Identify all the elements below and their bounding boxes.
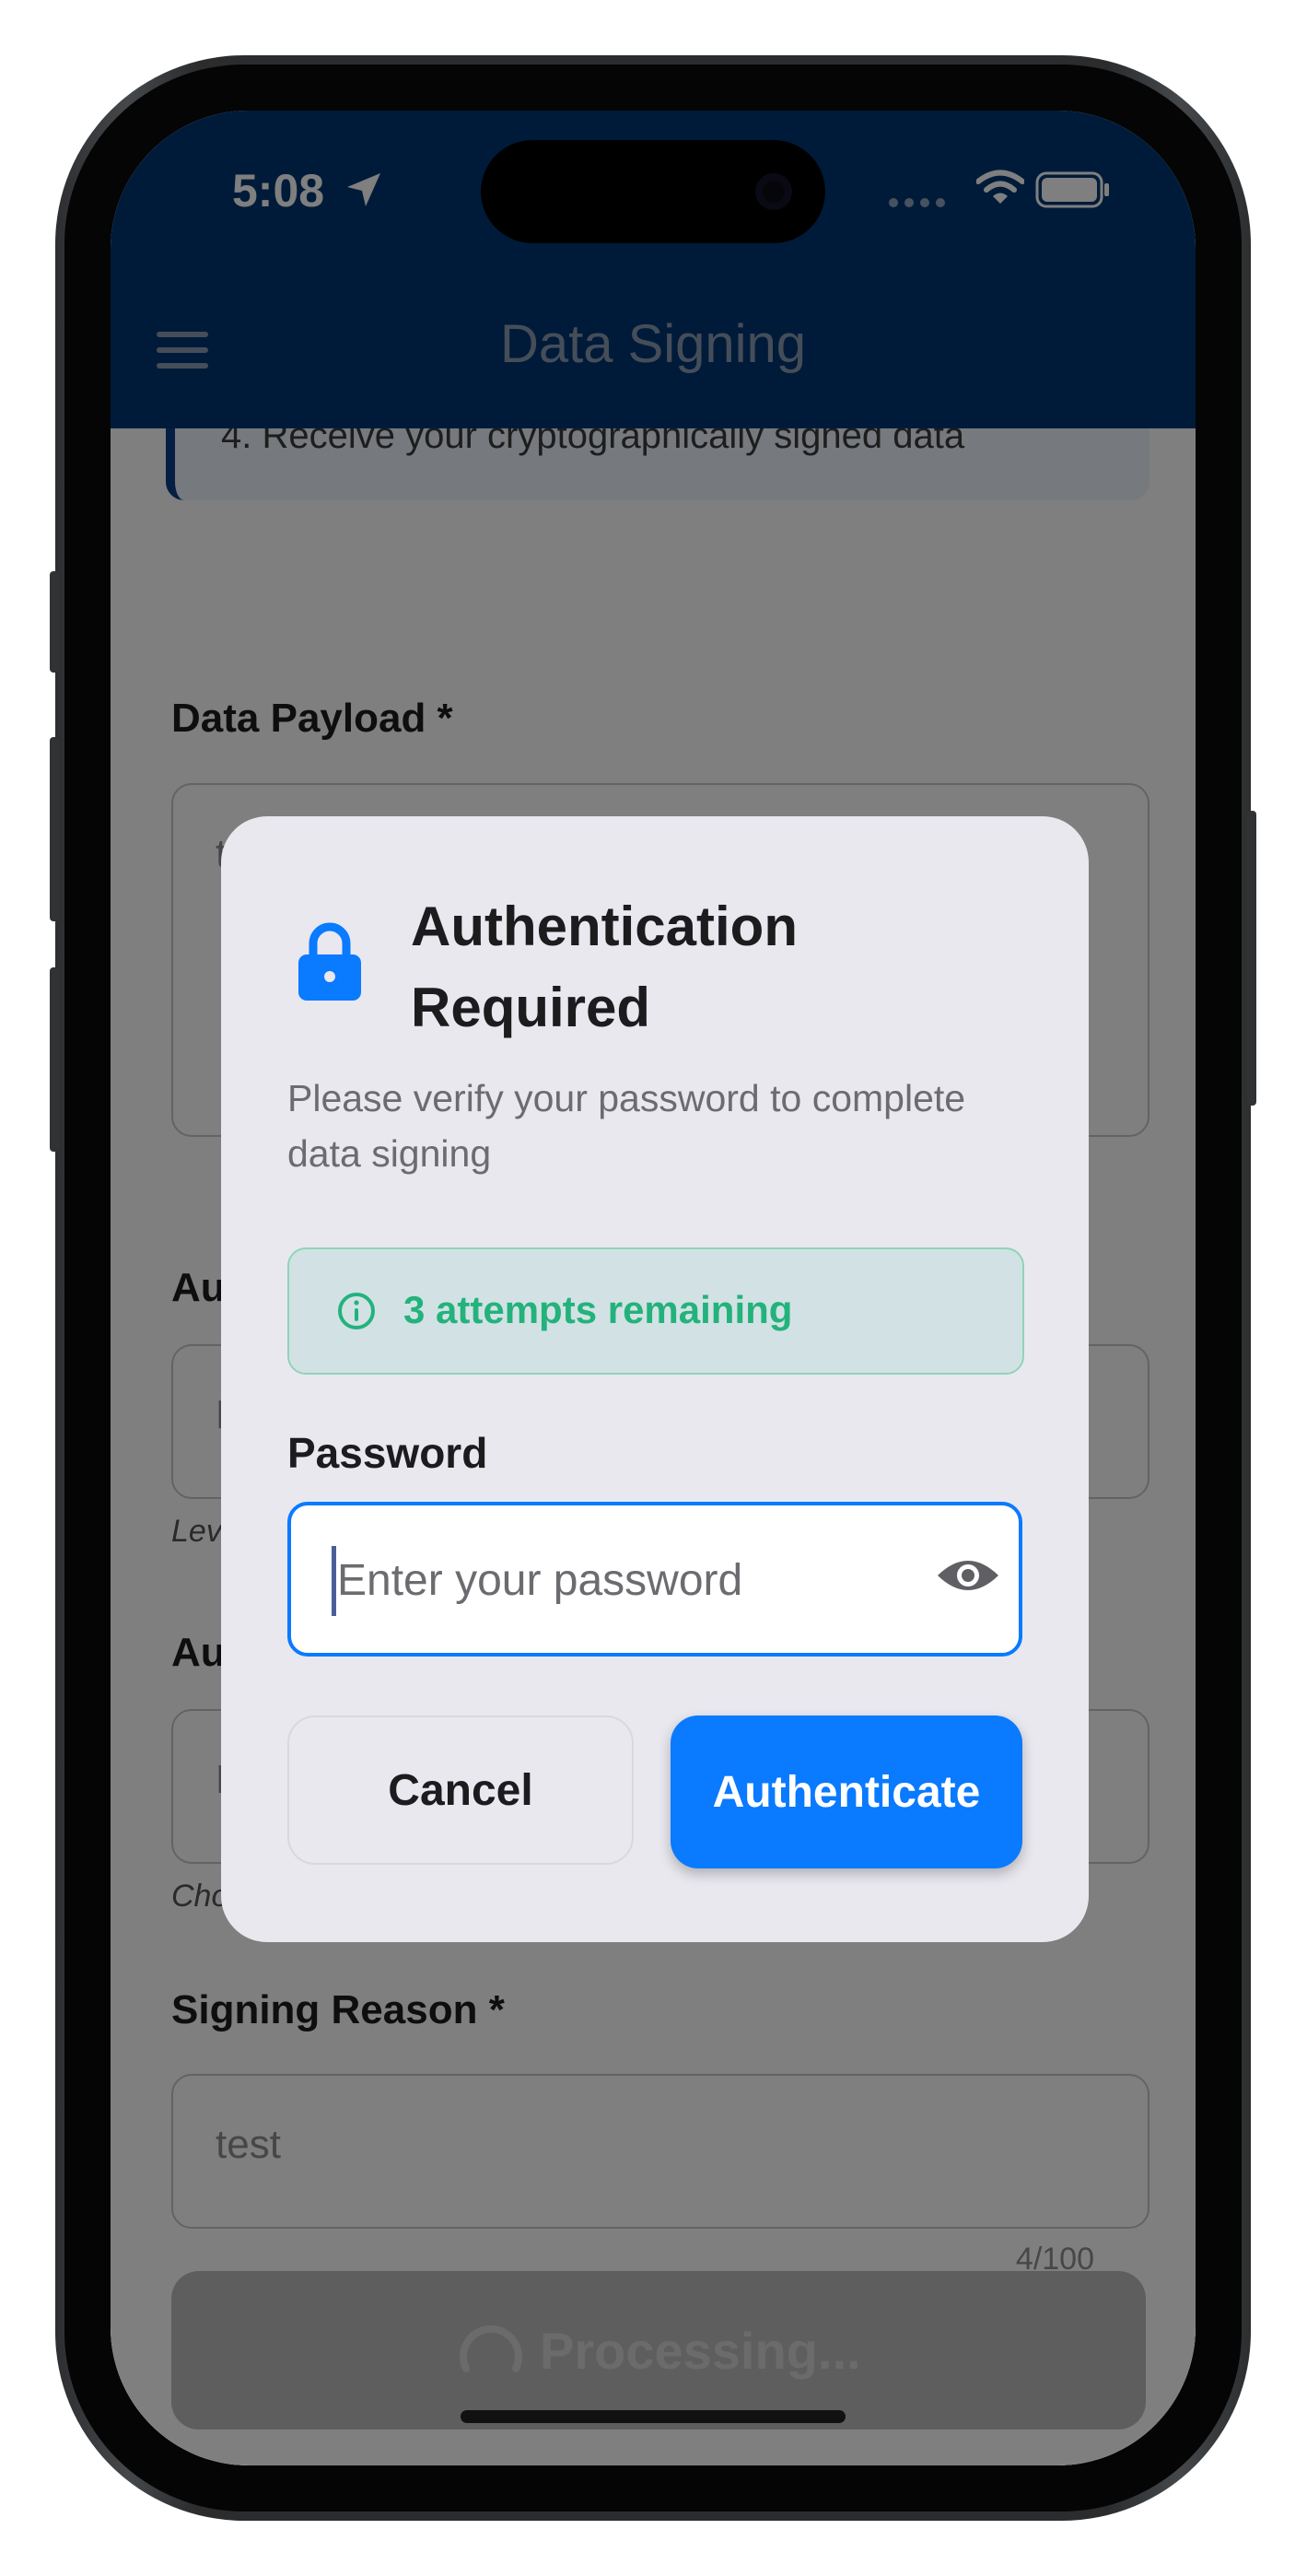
lock-icon <box>298 922 361 1001</box>
password-label: Password <box>287 1429 488 1477</box>
power-button <box>1247 811 1256 1106</box>
password-input[interactable] <box>335 1542 928 1618</box>
screen: 5:08 <box>111 111 1196 2465</box>
action-button <box>50 571 59 673</box>
attempts-banner: 3 attempts remaining <box>287 1247 1024 1375</box>
phone-frame: 5:08 <box>50 55 1256 2521</box>
eye-icon[interactable] <box>936 1551 1000 1599</box>
authentication-modal: Authentication Required Please verify yo… <box>221 816 1089 1942</box>
attempts-remaining-text: 3 attempts remaining <box>403 1288 793 1331</box>
modal-title: Authentication Required <box>411 896 798 1038</box>
cancel-button[interactable]: Cancel <box>287 1715 634 1865</box>
volume-down-button <box>50 967 59 1152</box>
password-field[interactable] <box>287 1502 1022 1657</box>
authenticate-button[interactable]: Authenticate <box>671 1715 1022 1868</box>
volume-up-button <box>50 737 59 921</box>
home-indicator[interactable] <box>461 2410 846 2423</box>
info-icon <box>338 1293 375 1329</box>
modal-subtitle: Please verify your password to complete … <box>287 1077 966 1175</box>
